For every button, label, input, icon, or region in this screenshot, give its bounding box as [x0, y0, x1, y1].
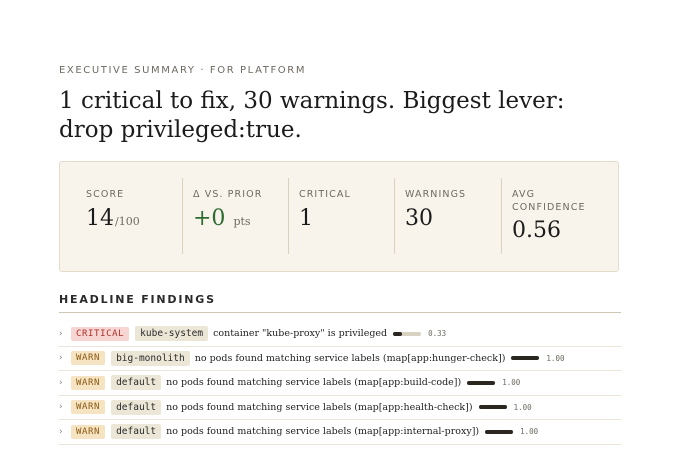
stat-warnings-value: 30 — [405, 206, 433, 231]
score-unit: /100 — [115, 215, 140, 228]
confidence-fill — [511, 356, 540, 361]
stat-critical-label: CRITICAL — [299, 189, 351, 200]
finding-row[interactable]: › WARN big-monolith no pods found matchi… — [59, 347, 621, 371]
finding-message: no pods found matching service labels (m… — [194, 352, 506, 364]
findings-section-title: HEADLINE FINDINGS — [59, 293, 216, 306]
finding-message: no pods found matching service labels (m… — [166, 426, 480, 438]
confidence-bar — [485, 429, 514, 434]
chevron-right-icon[interactable]: › — [59, 427, 71, 437]
stat-critical-value: 1 — [299, 206, 313, 231]
delta-unit: pts — [233, 215, 251, 228]
confidence-value: 1.00 — [546, 353, 565, 363]
chevron-right-icon[interactable]: › — [59, 353, 71, 363]
severity-badge: CRITICAL — [71, 326, 130, 341]
chevron-right-icon[interactable]: › — [59, 402, 71, 412]
namespace-tag: default — [111, 424, 162, 440]
stat-delta-label: Δ VS. PRIOR — [193, 189, 263, 200]
confidence-value: 1.00 — [502, 378, 521, 388]
stat-delta-value: +0 pts — [193, 206, 251, 231]
chevron-right-icon[interactable]: › — [59, 378, 71, 388]
severity-badge: WARN — [71, 400, 106, 415]
eyebrow: EXECUTIVE SUMMARY · FOR PLATFORM — [59, 65, 307, 76]
confidence-bar — [478, 405, 507, 410]
stat-warnings-label: WARNINGS — [405, 189, 467, 200]
findings-list: › CRITICAL kube-system container "kube-p… — [59, 322, 621, 445]
confidence-bar — [511, 356, 540, 361]
confidence-value: 0.33 — [428, 329, 447, 339]
score-number: 14 — [86, 206, 114, 231]
finding-row[interactable]: › WARN default no pods found matching se… — [59, 420, 621, 445]
finding-row[interactable]: › WARN default no pods found matching se… — [59, 371, 621, 396]
confidence-bar — [393, 331, 422, 336]
stat-score-label: SCORE — [86, 189, 125, 200]
stat-critical: CRITICAL 1 — [288, 178, 389, 254]
namespace-tag: default — [111, 399, 162, 415]
finding-message: no pods found matching service labels (m… — [166, 401, 473, 413]
confidence-value: 1.00 — [513, 402, 532, 412]
confidence-fill — [393, 331, 403, 336]
page-headline: 1 critical to fix, 30 warnings. Biggest … — [59, 88, 565, 143]
stat-score: SCORE 14/100 — [76, 178, 176, 254]
delta-number: +0 — [193, 206, 226, 231]
confidence-value: 1.00 — [520, 427, 539, 437]
finding-message: no pods found matching service labels (m… — [166, 377, 462, 389]
confidence-fill — [467, 380, 496, 385]
namespace-tag: kube-system — [135, 326, 209, 342]
confidence-bar — [467, 380, 496, 385]
stat-score-value: 14/100 — [86, 206, 140, 231]
stat-confidence-value: 0.56 — [512, 218, 561, 243]
stats-panel: SCORE 14/100 Δ VS. PRIOR +0 pts CRITICAL… — [59, 161, 619, 272]
stat-delta: Δ VS. PRIOR +0 pts — [182, 178, 283, 254]
namespace-tag: big-monolith — [111, 350, 190, 366]
chevron-right-icon[interactable]: › — [59, 329, 71, 339]
confidence-fill — [485, 429, 514, 434]
namespace-tag: default — [111, 375, 162, 391]
severity-badge: WARN — [71, 424, 106, 439]
finding-row[interactable]: › CRITICAL kube-system container "kube-p… — [59, 322, 621, 347]
severity-badge: WARN — [71, 351, 106, 366]
finding-message: container "kube-proxy" is privileged — [213, 328, 388, 340]
stat-confidence: AVG CONFIDENCE 0.56 — [501, 178, 607, 254]
severity-badge: WARN — [71, 375, 106, 390]
stat-confidence-label: AVG CONFIDENCE — [512, 189, 586, 213]
stat-warnings: WARNINGS 30 — [394, 178, 495, 254]
section-divider — [59, 312, 621, 313]
finding-row[interactable]: › WARN default no pods found matching se… — [59, 396, 621, 420]
confidence-fill — [478, 405, 507, 410]
